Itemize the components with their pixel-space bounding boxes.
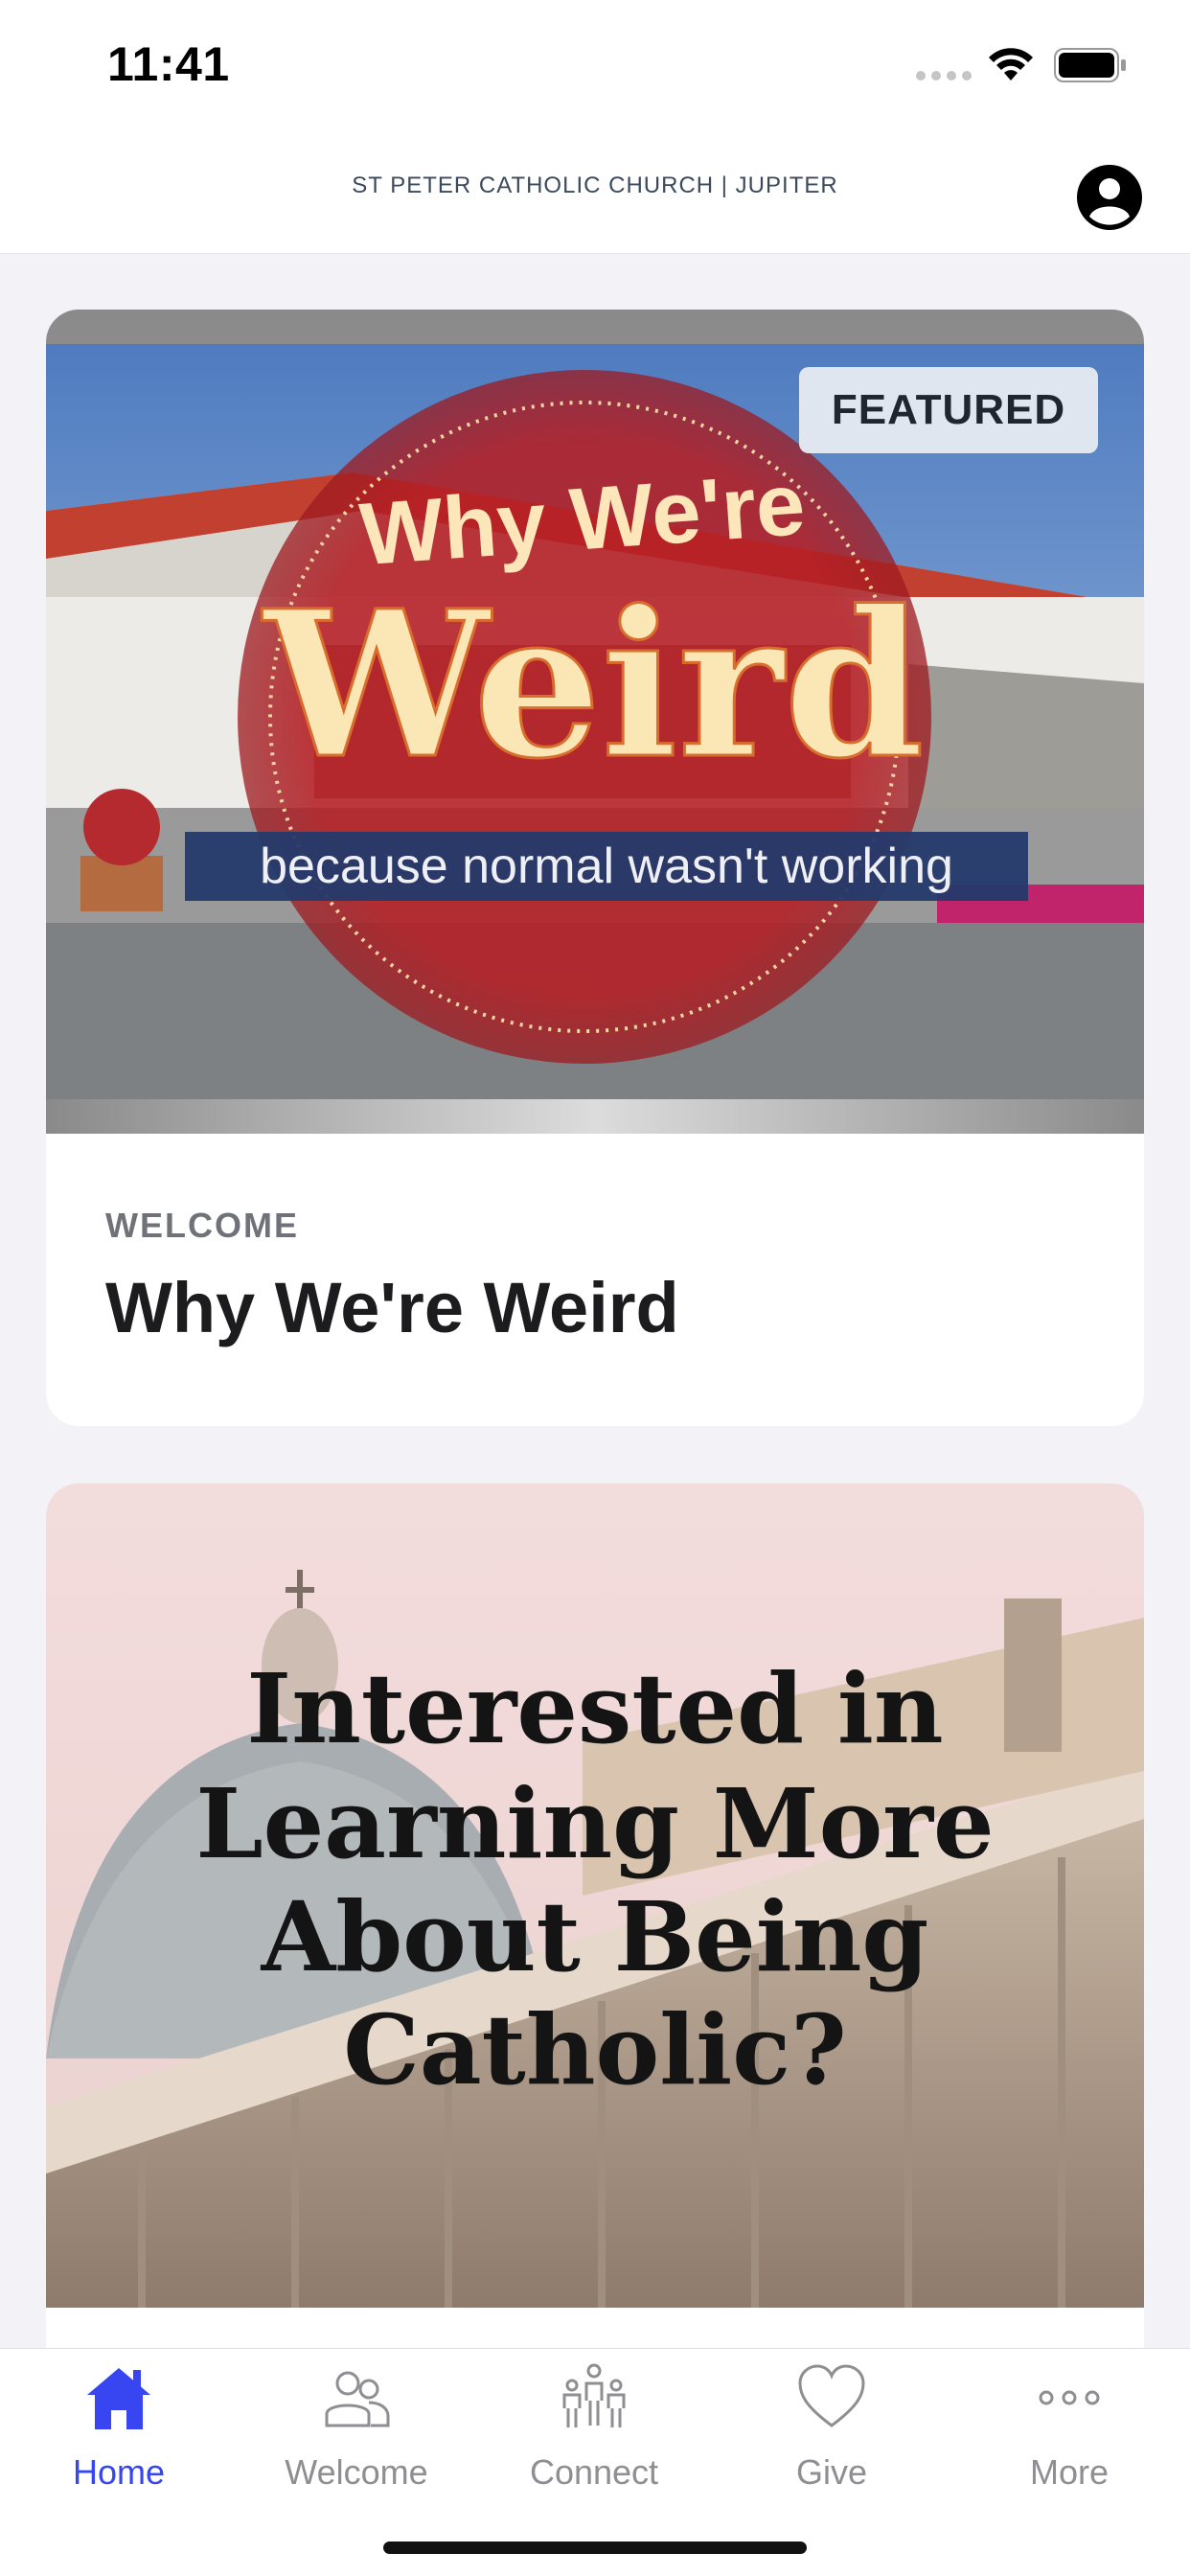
home-feed[interactable]: Why We're Weird because normal wasn't wo… <box>0 254 1190 2348</box>
image-line-4: Catholic? <box>343 1993 846 2106</box>
house-icon <box>87 2368 150 2429</box>
card-title: Why We're Weird <box>105 1268 679 1347</box>
person-circle-icon[interactable] <box>1075 163 1144 232</box>
tab-label: Connect <box>529 2452 659 2492</box>
card-text: WELCOME Why We're Weird <box>105 1206 1085 1348</box>
image-line-3: About Being <box>261 1880 929 1993</box>
card-category: WELCOME <box>105 1206 299 1245</box>
tab-connect[interactable]: Connect <box>475 2349 713 2512</box>
ellipsis-icon <box>1039 2390 1100 2405</box>
people-icon <box>325 2371 390 2427</box>
home-indicator <box>383 2542 807 2554</box>
tab-label: More <box>1029 2452 1110 2492</box>
heart-icon <box>798 2364 865 2427</box>
church-name-title: ST PETER CATHOLIC CHURCH | JUPITER <box>352 172 838 198</box>
wifi-icon <box>989 48 1033 80</box>
image-main-text: Weird <box>262 566 925 803</box>
battery-icon <box>1054 48 1126 82</box>
image-line-1: Interested in <box>246 1652 943 1765</box>
group-icon <box>562 2363 626 2427</box>
tab-more[interactable]: More <box>950 2349 1188 2512</box>
image-banner-text: because normal wasn't working <box>260 839 953 894</box>
featured-badge: FEATURED <box>799 367 1098 453</box>
status-bar: 11:41 <box>0 0 1190 125</box>
image-line-2: Learning More <box>195 1767 994 1880</box>
learning-more-image: Interested in Learning More About Being … <box>46 1484 1144 2308</box>
app-header: ST PETER CATHOLIC CHURCH | JUPITER <box>0 125 1190 254</box>
tab-label: Give <box>795 2452 868 2492</box>
tab-label: Welcome <box>285 2452 428 2492</box>
featured-card[interactable]: Why We're Weird because normal wasn't wo… <box>46 310 1144 1426</box>
tab-home[interactable]: Home <box>0 2349 238 2512</box>
catholic-learning-card[interactable]: Interested in Learning More About Being … <box>46 1484 1144 2348</box>
cellular-signal-icon <box>916 71 972 80</box>
tab-label: Home <box>72 2452 166 2492</box>
status-time: 11:41 <box>107 37 230 91</box>
tab-welcome[interactable]: Welcome <box>238 2349 475 2512</box>
tab-give[interactable]: Give <box>713 2349 950 2512</box>
